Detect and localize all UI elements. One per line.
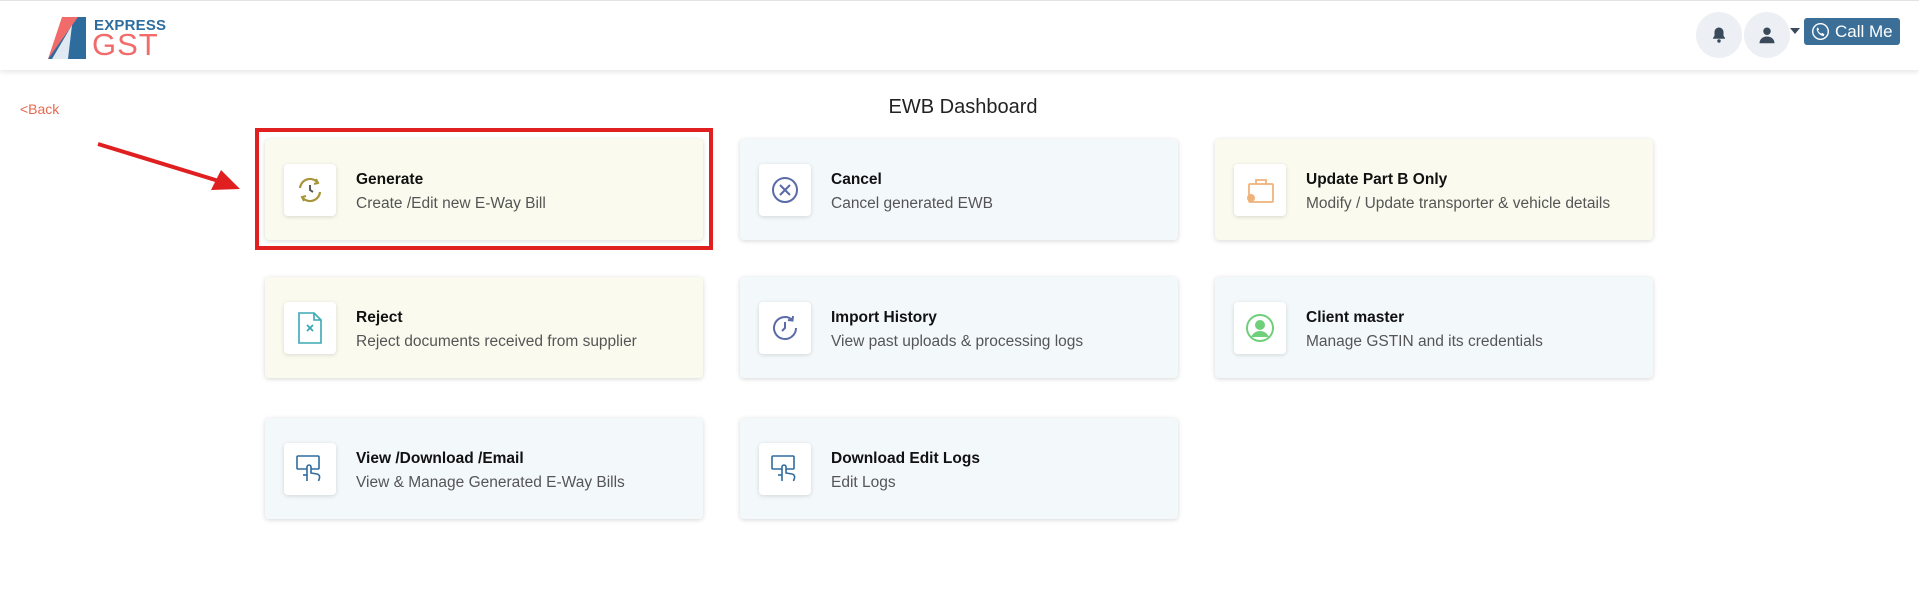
- card-title: Import History: [831, 309, 937, 326]
- card-title: Client master: [1306, 309, 1405, 326]
- card-subtitle: View past uploads & processing logs: [831, 333, 1084, 350]
- page-title: EWB Dashboard: [888, 96, 1038, 118]
- card-subtitle: Modify / Update transporter & vehicle de…: [1306, 195, 1611, 212]
- clock-refresh-icon: [298, 177, 322, 203]
- card-title: Reject: [356, 309, 403, 326]
- card-title: View /Download /Email: [356, 450, 524, 467]
- card-subtitle: Edit Logs: [831, 474, 896, 491]
- card-update-part-b[interactable]: Update Part B Only Modify / Update trans…: [1215, 139, 1653, 240]
- phone-icon: [1812, 23, 1829, 40]
- user-circle-icon: [1246, 314, 1274, 342]
- chevron-down-icon[interactable]: [1790, 28, 1800, 34]
- card-title: Download Edit Logs: [831, 450, 980, 467]
- express-gst-logo[interactable]: EXPRESS GST: [48, 15, 178, 62]
- card-icon-box: [1234, 302, 1286, 354]
- card-title: Update Part B Only: [1306, 171, 1448, 188]
- notifications-button[interactable]: [1696, 12, 1742, 58]
- card-reject[interactable]: Reject Reject documents received from su…: [265, 277, 703, 378]
- card-title: Generate: [356, 171, 424, 188]
- pointer-arrow-icon: [97, 142, 240, 190]
- call-me-label: Call Me: [1835, 21, 1893, 41]
- logo-text-gst: GST: [92, 27, 159, 62]
- user-icon: [1759, 27, 1775, 44]
- top-navbar: EXPRESS GST Call Me: [0, 0, 1919, 70]
- touch-screen-icon: [296, 455, 321, 482]
- reject-document-icon: [298, 312, 322, 344]
- card-title: Cancel: [831, 171, 882, 188]
- card-subtitle: Cancel generated EWB: [831, 195, 993, 212]
- card-icon-box: [284, 443, 336, 495]
- touch-screen-icon: [771, 455, 796, 482]
- card-subtitle: Manage GSTIN and its credentials: [1306, 333, 1543, 350]
- card-subtitle: Create /Edit new E-Way Bill: [356, 195, 546, 212]
- card-icon-box: [284, 302, 336, 354]
- card-icon-box: [759, 302, 811, 354]
- bell-icon: [1713, 27, 1725, 43]
- card-client-master[interactable]: Client master Manage GSTIN and its crede…: [1215, 277, 1653, 378]
- call-me-button[interactable]: Call Me: [1804, 18, 1900, 45]
- card-subtitle: Reject documents received from supplier: [356, 333, 637, 350]
- briefcase-icon: [1247, 179, 1274, 203]
- card-download-edit-logs[interactable]: Download Edit Logs Edit Logs: [740, 418, 1178, 519]
- card-import-history[interactable]: Import History View past uploads & proce…: [740, 277, 1178, 378]
- card-icon-box: [759, 443, 811, 495]
- card-icon-box: [284, 164, 336, 216]
- card-cancel[interactable]: Cancel Cancel generated EWB: [740, 139, 1178, 240]
- card-icon-box: [1234, 164, 1286, 216]
- card-view-download-email[interactable]: View /Download /Email View & Manage Gene…: [265, 418, 703, 519]
- history-icon: [773, 315, 797, 340]
- card-icon-box: [759, 164, 811, 216]
- logo-mark-icon: [48, 17, 86, 59]
- user-menu-button[interactable]: [1744, 12, 1790, 58]
- cancel-circle-icon: [772, 177, 798, 203]
- card-generate[interactable]: Generate Create /Edit new E-Way Bill: [265, 139, 703, 240]
- card-subtitle: View & Manage Generated E-Way Bills: [356, 474, 625, 491]
